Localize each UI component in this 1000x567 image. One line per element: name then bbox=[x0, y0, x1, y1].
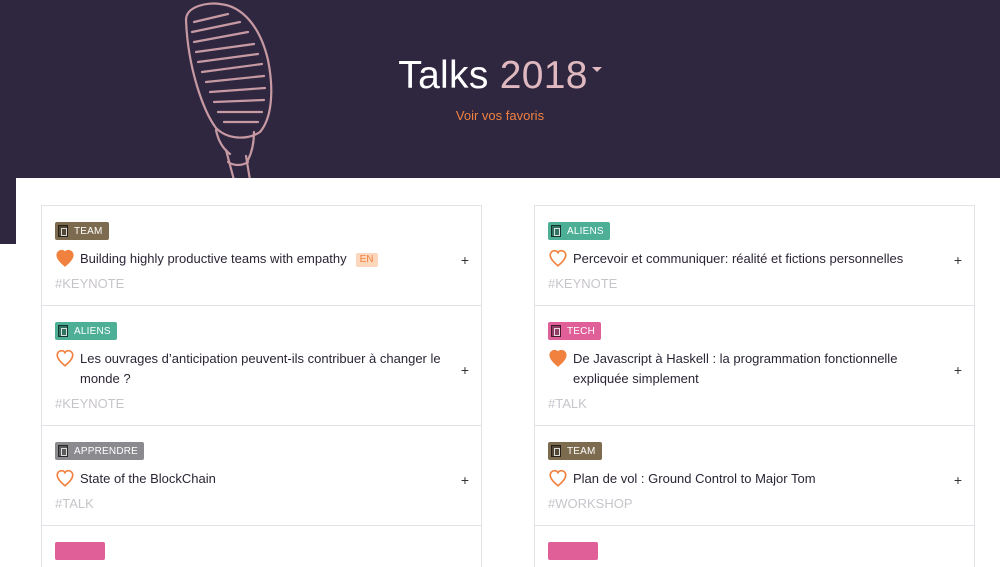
talk-card[interactable]: TECH De Javascript à Haskell : la program… bbox=[534, 305, 975, 425]
talk-title-text: Les ouvrages d’anticipation peuvent-ils … bbox=[80, 351, 441, 386]
category-tag-label: TEAM bbox=[567, 445, 596, 457]
expand-plus-icon[interactable]: + bbox=[461, 362, 469, 378]
talk-card[interactable]: ALIENS Les ouvrages d’anticipation peuven… bbox=[41, 305, 482, 425]
talk-title-row: De Javascript à Haskell : la programmati… bbox=[548, 349, 934, 389]
category-tag-label: TEAM bbox=[74, 225, 103, 237]
talk-title[interactable]: Building highly productive teams with em… bbox=[80, 249, 378, 269]
category-tag-label: APPRENDRE bbox=[74, 445, 139, 457]
category-tag-label: TECH bbox=[567, 325, 596, 337]
page-title: Talks 2018 bbox=[398, 54, 602, 98]
team-icon bbox=[58, 225, 68, 237]
talk-title-row: State of the BlockChain bbox=[55, 469, 441, 489]
talk-title-text: Building highly productive teams with em… bbox=[80, 251, 347, 266]
format-hashtag: #KEYNOTE bbox=[55, 396, 125, 411]
category-tag: ALIENS bbox=[55, 322, 117, 340]
format-hashtag: #TALK bbox=[55, 496, 94, 511]
format-hashtag: #KEYNOTE bbox=[548, 276, 618, 291]
expand-plus-icon[interactable]: + bbox=[461, 252, 469, 268]
team-icon bbox=[551, 445, 561, 457]
category-tag: APPRENDRE bbox=[55, 442, 145, 460]
category-tag: ALIENS bbox=[548, 222, 610, 240]
aliens-icon bbox=[551, 225, 561, 237]
format-hashtag: #KEYNOTE bbox=[55, 276, 125, 291]
talk-card-partial[interactable] bbox=[41, 525, 482, 567]
expand-plus-icon[interactable]: + bbox=[954, 362, 962, 378]
category-tag-label: ALIENS bbox=[567, 225, 604, 237]
heart-outline-icon[interactable] bbox=[55, 469, 75, 487]
talk-title-text: State of the BlockChain bbox=[80, 471, 216, 486]
talk-title[interactable]: State of the BlockChain bbox=[80, 469, 216, 489]
talk-title[interactable]: De Javascript à Haskell : la programmati… bbox=[573, 349, 934, 389]
category-tag: TECH bbox=[548, 322, 602, 340]
expand-plus-icon[interactable]: + bbox=[954, 252, 962, 268]
talk-title-text: De Javascript à Haskell : la programmati… bbox=[573, 351, 898, 386]
category-tag-label: ALIENS bbox=[74, 325, 111, 337]
talk-card-partial[interactable] bbox=[534, 525, 975, 567]
heart-outline-icon[interactable] bbox=[548, 469, 568, 487]
heart-outline-icon[interactable] bbox=[548, 249, 568, 267]
talk-title-text: Percevoir et communiquer: réalité et fic… bbox=[573, 251, 904, 266]
format-hashtag: #TALK bbox=[548, 396, 587, 411]
talk-title-text: Plan de vol : Ground Control to Major To… bbox=[573, 471, 816, 486]
heart-filled-icon[interactable] bbox=[55, 249, 75, 267]
tech-icon bbox=[551, 325, 561, 337]
talk-title[interactable]: Les ouvrages d’anticipation peuvent-ils … bbox=[80, 349, 441, 389]
year-label: 2018 bbox=[499, 54, 588, 97]
category-tag: TEAM bbox=[548, 442, 602, 460]
category-tag bbox=[55, 542, 105, 560]
talk-card[interactable]: TEAM Plan de vol : Ground Control to Majo… bbox=[534, 425, 975, 525]
talks-panel: TEAM Building highly productive teams wit… bbox=[16, 178, 1000, 567]
page-title-text: Talks bbox=[398, 54, 489, 97]
talk-title[interactable]: Percevoir et communiquer: réalité et fic… bbox=[573, 249, 903, 269]
talk-card[interactable]: TEAM Building highly productive teams wit… bbox=[41, 205, 482, 305]
talk-title[interactable]: Plan de vol : Ground Control to Major To… bbox=[573, 469, 816, 489]
expand-plus-icon[interactable]: + bbox=[461, 472, 469, 488]
aliens-icon bbox=[58, 325, 68, 337]
favorites-link[interactable]: Voir vos favoris bbox=[0, 108, 1000, 123]
talks-column-right: ALIENS Percevoir et communiquer: réalité … bbox=[534, 205, 975, 567]
heart-filled-icon[interactable] bbox=[548, 349, 568, 367]
talks-column-left: TEAM Building highly productive teams wit… bbox=[41, 205, 482, 567]
format-hashtag: #WORKSHOP bbox=[548, 496, 633, 511]
expand-plus-icon[interactable]: + bbox=[954, 472, 962, 488]
talk-title-row: Plan de vol : Ground Control to Major To… bbox=[548, 469, 934, 489]
category-tag bbox=[548, 542, 598, 560]
talk-title-row: Building highly productive teams with em… bbox=[55, 249, 441, 269]
talk-title-row: Percevoir et communiquer: réalité et fic… bbox=[548, 249, 934, 269]
heart-outline-icon[interactable] bbox=[55, 349, 75, 367]
talk-card[interactable]: ALIENS Percevoir et communiquer: réalité … bbox=[534, 205, 975, 305]
title-block: Talks 2018 Voir vos favoris bbox=[0, 54, 1000, 123]
talk-card[interactable]: APPRENDRE State of the BlockChain #TALK + bbox=[41, 425, 482, 525]
category-tag: TEAM bbox=[55, 222, 109, 240]
chevron-down-icon[interactable] bbox=[591, 67, 602, 73]
language-badge: EN bbox=[355, 253, 378, 267]
talk-title-row: Les ouvrages d’anticipation peuvent-ils … bbox=[55, 349, 441, 389]
year-selector[interactable]: 2018 bbox=[500, 54, 602, 97]
book-icon bbox=[58, 445, 68, 457]
